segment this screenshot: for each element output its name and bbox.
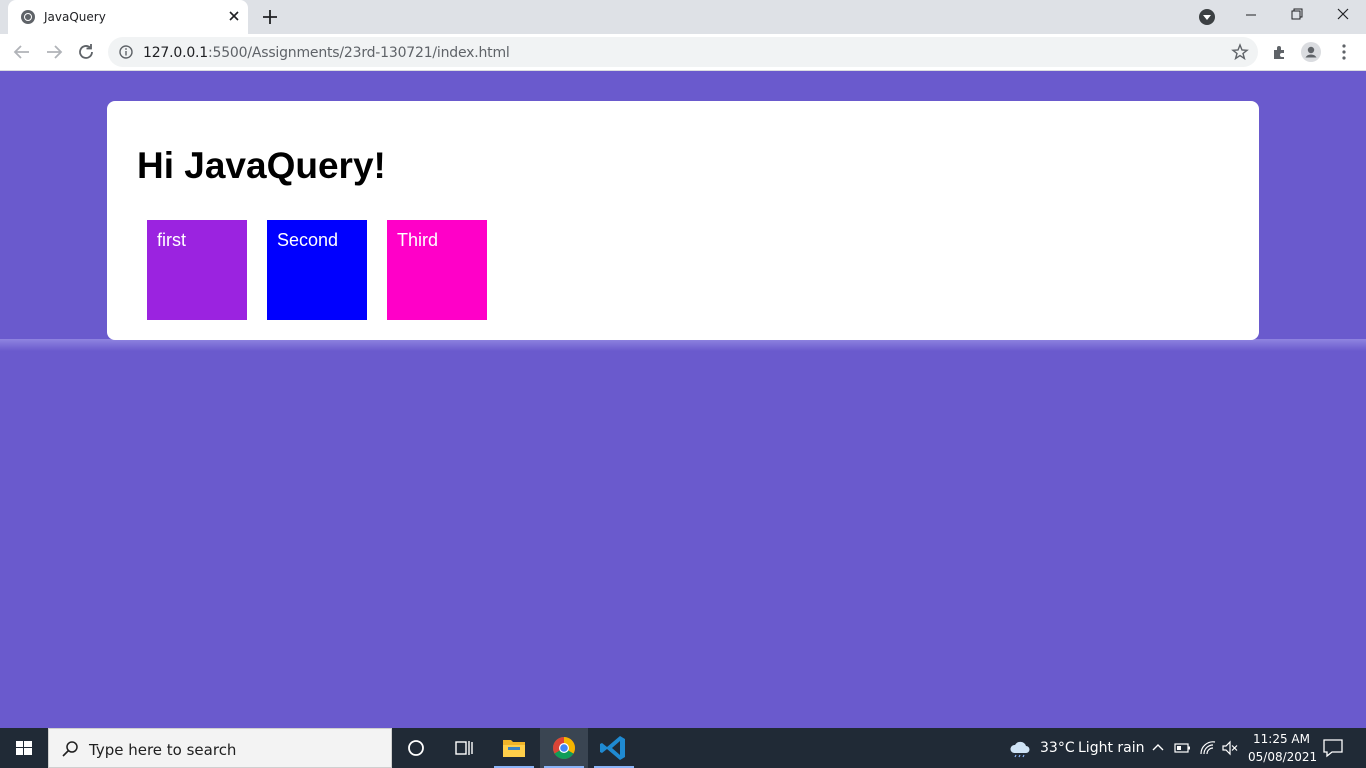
tab-strip: JavaQuery (0, 0, 1366, 34)
browser-tab[interactable]: JavaQuery (8, 0, 248, 34)
bookmark-star-icon[interactable] (1231, 43, 1249, 61)
box-first[interactable]: first (147, 220, 247, 320)
volume-muted-icon[interactable] (1221, 740, 1239, 756)
folder-icon (503, 740, 525, 757)
clock-date[interactable]: 05/08/2021 (1248, 750, 1317, 764)
weather-cloud-icon[interactable] (1008, 738, 1032, 758)
battery-icon[interactable] (1174, 741, 1192, 755)
chevron-up-icon[interactable] (1151, 741, 1165, 755)
minimize-icon[interactable] (1228, 0, 1274, 30)
globe-icon (21, 10, 35, 24)
notifications-icon[interactable] (1322, 738, 1344, 758)
page-heading: Hi JavaQuery! (137, 145, 386, 186)
restore-icon[interactable] (1274, 0, 1320, 30)
task-view-icon[interactable] (440, 728, 488, 768)
tab-search-icon[interactable] (1199, 9, 1215, 25)
weather-temperature[interactable]: 33°C (1040, 740, 1075, 756)
menu-icon[interactable] (1334, 42, 1354, 62)
cortana-icon[interactable] (392, 728, 440, 768)
file-explorer-app[interactable] (490, 728, 538, 768)
search-placeholder: Type here to search (89, 741, 237, 759)
clock-time[interactable]: 11:25 AM (1253, 732, 1310, 746)
windows-taskbar: Type here to search 33°C Light rain 11:2… (0, 728, 1366, 768)
vscode-icon (600, 736, 625, 760)
chrome-icon (553, 737, 575, 759)
forward-icon[interactable] (42, 40, 66, 64)
reload-icon[interactable] (74, 40, 98, 64)
page-viewport: Hi JavaQuery! first Second Third (0, 71, 1366, 728)
browser-toolbar: 127.0.0.1:5500/Assignments/23rd-130721/i… (0, 34, 1366, 71)
profile-icon[interactable] (1301, 42, 1321, 62)
wifi-icon[interactable] (1199, 740, 1217, 756)
close-window-icon[interactable] (1320, 0, 1366, 30)
extensions-icon[interactable] (1270, 42, 1290, 62)
box-label: first (157, 230, 186, 250)
box-label: Second (277, 230, 339, 250)
weather-description[interactable]: Light rain (1078, 740, 1145, 756)
url-path: :5500/Assignments/23rd-130721/index.html (208, 45, 510, 61)
url-host: 127.0.0.1 (143, 45, 208, 61)
vscode-app[interactable] (590, 728, 638, 768)
body-edge-glow (0, 339, 1366, 351)
chrome-app[interactable] (540, 728, 588, 768)
new-tab-icon[interactable] (259, 6, 281, 28)
info-icon[interactable] (119, 45, 133, 59)
taskbar-search-box[interactable]: Type here to search (48, 728, 392, 768)
box-second[interactable]: Second (267, 220, 367, 320)
box-third[interactable]: Third (387, 220, 487, 320)
url-text[interactable]: 127.0.0.1:5500/Assignments/23rd-130721/i… (143, 45, 510, 61)
address-bar[interactable]: 127.0.0.1:5500/Assignments/23rd-130721/i… (108, 37, 1258, 67)
box-label: Third (397, 230, 439, 250)
tab-title: JavaQuery (44, 10, 106, 24)
windows-start-icon[interactable] (0, 728, 48, 768)
back-icon[interactable] (10, 40, 34, 64)
close-tab-icon[interactable] (226, 8, 242, 24)
search-icon (62, 741, 78, 757)
content-card: Hi JavaQuery! first Second Third (107, 101, 1259, 340)
